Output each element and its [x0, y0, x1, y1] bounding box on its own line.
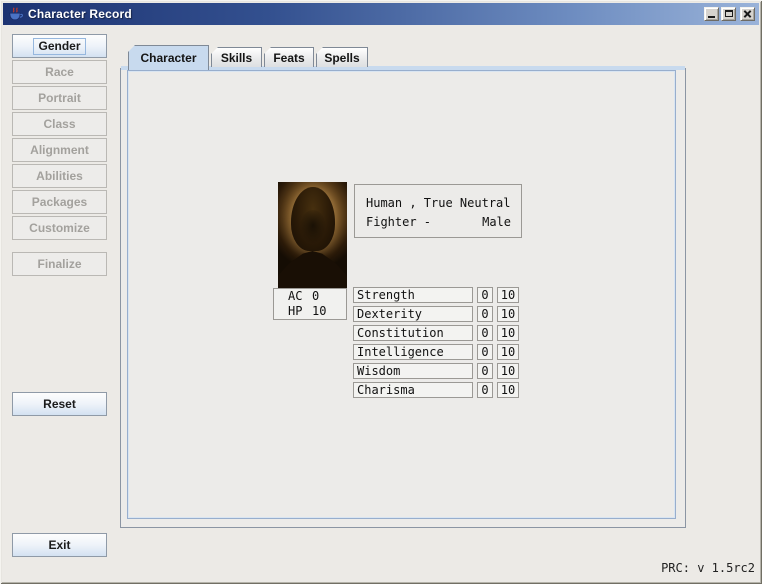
tab-character[interactable]: Character: [128, 45, 209, 70]
ability-mod-box: 0: [477, 287, 493, 303]
java-cup-icon: [7, 6, 23, 22]
version-label: PRC: v 1.5rc2: [661, 561, 755, 575]
ability-name-box: Strength: [353, 287, 473, 303]
ability-score-box: 10: [497, 287, 519, 303]
ability-name-box: Dexterity: [353, 306, 473, 322]
ability-name-box: Constitution: [353, 325, 473, 341]
ability-mod-box: 0: [477, 344, 493, 360]
ability-row-wisdom: Wisdom 0 10: [353, 363, 519, 379]
hp-row: HP 10: [288, 304, 346, 319]
summary-race-alignment: Human , True Neutral: [366, 194, 511, 213]
ability-score-box: 10: [497, 382, 519, 398]
ability-score-box: 10: [497, 344, 519, 360]
maximize-button[interactable]: [721, 7, 736, 21]
tab-bar: Character Skills Feats Spells: [128, 45, 368, 70]
ability-mod-box: 0: [477, 363, 493, 379]
sidebar-button-customize[interactable]: Customize: [12, 216, 107, 240]
sidebar-button-class[interactable]: Class: [12, 112, 107, 136]
ac-label: AC: [288, 289, 312, 304]
summary-gender: Male: [482, 213, 511, 232]
ability-table: Strength 0 10 Dexterity 0 10 Constitutio…: [353, 287, 519, 398]
ability-score-box: 10: [497, 363, 519, 379]
ability-row-strength: Strength 0 10: [353, 287, 519, 303]
ability-score-box: 10: [497, 306, 519, 322]
tab-skills[interactable]: Skills: [211, 47, 262, 67]
minimize-icon: [708, 16, 715, 18]
close-button[interactable]: [740, 7, 755, 21]
ability-score-box: 10: [497, 325, 519, 341]
sidebar-button-gender-label: Gender: [33, 38, 85, 55]
sidebar-button-packages[interactable]: Packages: [12, 190, 107, 214]
character-summary-box: Human , True Neutral Fighter - Male: [354, 184, 522, 238]
window-title: Character Record: [28, 7, 132, 21]
ability-mod-box: 0: [477, 325, 493, 341]
sidebar-button-race[interactable]: Race: [12, 60, 107, 84]
tab-feats[interactable]: Feats: [264, 47, 314, 67]
ability-name-box: Intelligence: [353, 344, 473, 360]
ability-row-dexterity: Dexterity 0 10: [353, 306, 519, 322]
ability-row-intelligence: Intelligence 0 10: [353, 344, 519, 360]
sidebar-button-portrait[interactable]: Portrait: [12, 86, 107, 110]
ability-row-charisma: Charisma 0 10: [353, 382, 519, 398]
sidebar: Gender Race Portrait Class Alignment Abi…: [12, 34, 107, 276]
sidebar-button-alignment[interactable]: Alignment: [12, 138, 107, 162]
window-controls: [702, 7, 755, 21]
ac-row: AC 0: [288, 289, 346, 304]
ac-value: 0: [312, 289, 319, 304]
sidebar-button-gender[interactable]: Gender: [12, 34, 107, 58]
hp-label: HP: [288, 304, 312, 319]
character-portrait: [278, 182, 347, 288]
ability-name-box: Charisma: [353, 382, 473, 398]
minimize-button[interactable]: [704, 7, 719, 21]
ac-hp-box: AC 0 HP 10: [273, 288, 347, 320]
sidebar-button-finalize[interactable]: Finalize: [12, 252, 107, 276]
maximize-icon: [725, 10, 733, 17]
reset-button[interactable]: Reset: [12, 392, 107, 416]
summary-class: Fighter -: [366, 213, 431, 232]
ability-mod-box: 0: [477, 306, 493, 322]
app-window: Character Record Gender Race Portrait Cl…: [0, 0, 762, 584]
sidebar-button-abilities[interactable]: Abilities: [12, 164, 107, 188]
ability-mod-box: 0: [477, 382, 493, 398]
ability-row-constitution: Constitution 0 10: [353, 325, 519, 341]
tab-spells[interactable]: Spells: [316, 47, 368, 67]
ability-name-box: Wisdom: [353, 363, 473, 379]
titlebar[interactable]: Character Record: [3, 3, 759, 25]
hp-value: 10: [312, 304, 326, 319]
exit-button[interactable]: Exit: [12, 533, 107, 557]
